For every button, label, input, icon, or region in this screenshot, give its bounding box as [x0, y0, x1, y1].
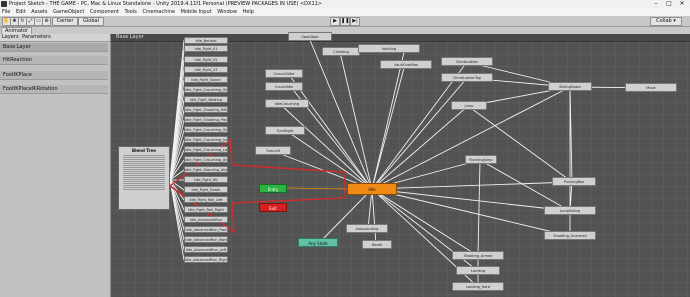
state-node[interactable]: Shooting_Armed [452, 251, 504, 260]
state-node[interactable]: VaultOverBox [380, 60, 432, 69]
state-node[interactable]: Climbing [322, 47, 360, 56]
state-node[interactable]: PushingBox [552, 177, 596, 186]
state-node[interactable]: Landing [456, 266, 500, 275]
state-node[interactable]: Idle_Fight_Walking [184, 96, 228, 103]
blend-tree-label: Blend Tree [132, 148, 156, 153]
state-node[interactable]: Idle_Fight_Crouching_Shoot [184, 126, 228, 133]
state-node[interactable]: TurnLeft [255, 146, 291, 155]
state-node[interactable]: Idle_Fight_Shooting_Pistol [184, 116, 228, 123]
entry-node[interactable]: Entry [259, 184, 287, 193]
state-node[interactable]: Move [625, 83, 677, 92]
state-node[interactable]: Idle_Fight_Crouching_Shoot [184, 86, 228, 93]
state-node[interactable]: ClimbLadder [441, 57, 493, 66]
state-node[interactable]: Idle_Fight_Death [184, 186, 228, 193]
state-node[interactable]: Idle_AdvancedRun [184, 216, 228, 223]
state-node[interactable]: Idle_Fight_Crouching_Attack [184, 156, 228, 163]
state-node[interactable]: Death [362, 240, 392, 249]
state-node[interactable]: Idle_Fight_Hit [184, 176, 228, 183]
state-node[interactable]: Idle_Fight_01 [184, 45, 228, 52]
state-node[interactable]: Crouch2Idle [265, 69, 303, 78]
state-node[interactable]: IdleCrouching [265, 99, 309, 108]
state-node[interactable]: Idle_Neutral [184, 37, 228, 44]
state-node[interactable]: CrouchIdle [265, 82, 303, 91]
state-node[interactable]: Idle_Fight_Crouching_Jump [184, 136, 228, 143]
state-node[interactable]: ClimbLadderTop [441, 73, 493, 82]
state-node[interactable]: Idle_AdvancedRun_Left [184, 246, 228, 253]
state-node[interactable]: JumpLanding [346, 224, 388, 233]
state-node[interactable]: Idle_Fight_Crouching_Land [184, 146, 228, 153]
exit-node[interactable]: Exit [259, 203, 287, 212]
default-state-node-idle[interactable]: Idle [347, 183, 397, 195]
transition-lines [168, 39, 666, 288]
state-node[interactable]: Idle_Fight_Roll_Right [184, 206, 228, 213]
state-node[interactable]: Idle_Fight_Roll_Left [184, 196, 228, 203]
state-node[interactable]: Idle_Fight_Standing_Attack [184, 166, 228, 173]
state-node[interactable]: Landing_Hard [452, 282, 504, 291]
state-node[interactable]: Idle_Fight_Sword [184, 76, 228, 83]
state-node[interactable]: SlidingDown [548, 82, 592, 91]
state-node[interactable]: Idle_Fight_03 [184, 66, 228, 73]
state-node[interactable]: RunningJump [465, 155, 497, 164]
state-node[interactable]: Idle_AdvancedRun_Right [184, 256, 228, 263]
state-node[interactable]: Vaulting [358, 44, 420, 53]
state-node[interactable]: TurnRight [265, 126, 305, 135]
state-node[interactable]: Idle_AdvancedRun_Bwd [184, 236, 228, 243]
blend-tree-node[interactable]: Blend Tree [118, 146, 170, 210]
state-node[interactable]: JumpFalling [544, 206, 596, 215]
state-node[interactable]: Idle_Fight_02 [184, 56, 228, 63]
state-node[interactable]: Shooting_Unarmed [544, 231, 596, 240]
any-state-node[interactable]: Any State [298, 238, 338, 247]
state-node[interactable]: Jump [451, 101, 487, 110]
state-node[interactable]: Idle_Fight_Shooting_Rifle [184, 106, 228, 113]
state-node[interactable]: OpenDoor [288, 32, 332, 41]
state-node[interactable]: Idle_AdvancedRun_Fwd [184, 226, 228, 233]
